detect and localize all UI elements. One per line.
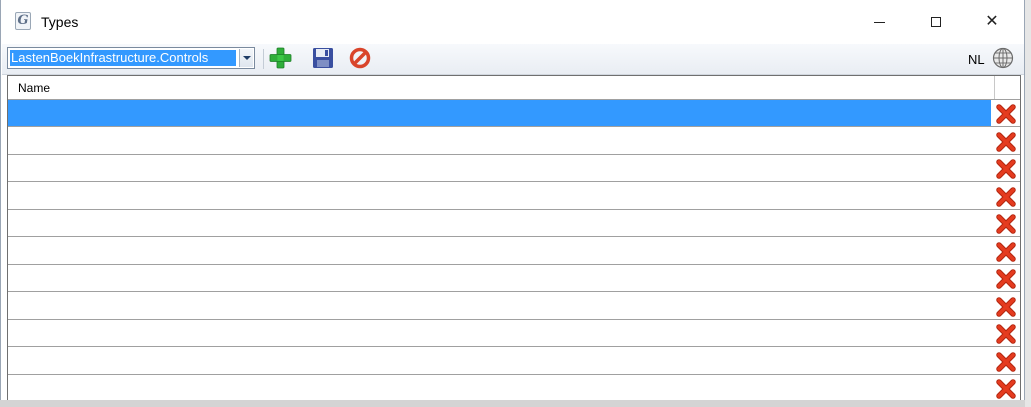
name-cell[interactable] xyxy=(8,265,991,291)
grid-header: Name xyxy=(8,76,1020,100)
types-grid: Name xyxy=(7,75,1021,407)
red-x-delete-icon xyxy=(996,186,1016,207)
table-row[interactable] xyxy=(8,238,1020,265)
background-window-edge xyxy=(1025,0,1031,407)
table-row[interactable] xyxy=(8,265,1020,292)
floppy-disk-icon xyxy=(313,48,333,68)
table-row[interactable] xyxy=(8,100,1020,127)
red-x-delete-icon xyxy=(996,379,1016,399)
globe-icon[interactable] xyxy=(992,47,1014,69)
maximize-icon xyxy=(931,17,941,27)
table-row[interactable] xyxy=(8,348,1020,375)
delete-row-button[interactable] xyxy=(996,104,1016,124)
minimize-icon xyxy=(874,22,885,23)
maximize-button[interactable] xyxy=(913,0,959,44)
red-x-delete-icon xyxy=(996,269,1016,289)
red-x-delete-icon xyxy=(996,159,1016,179)
delete-row-button[interactable] xyxy=(996,324,1016,344)
window-bottom-edge xyxy=(0,400,1025,407)
name-cell[interactable] xyxy=(8,183,991,209)
table-row[interactable] xyxy=(8,183,1020,210)
table-row[interactable] xyxy=(8,293,1020,320)
name-cell[interactable] xyxy=(8,100,991,126)
chevron-down-icon[interactable] xyxy=(239,49,253,67)
name-cell[interactable] xyxy=(8,128,991,154)
types-window: G Types ✕ LastenBoekInfrastructure.Contr… xyxy=(0,0,1025,407)
red-x-delete-icon xyxy=(996,131,1016,152)
name-cell[interactable] xyxy=(8,238,991,264)
delete-row-button[interactable] xyxy=(996,241,1016,262)
close-icon: ✕ xyxy=(985,13,999,30)
toolbar-separator xyxy=(263,49,264,69)
delete-row-button[interactable] xyxy=(996,296,1016,317)
delete-row-button[interactable] xyxy=(996,159,1016,179)
type-selector-dropdown[interactable]: LastenBoekInfrastructure.Controls xyxy=(7,47,255,69)
name-cell[interactable] xyxy=(8,320,991,346)
name-cell[interactable] xyxy=(8,375,991,401)
red-x-delete-icon xyxy=(996,296,1016,317)
red-x-delete-icon xyxy=(996,351,1016,372)
name-cell[interactable] xyxy=(8,210,991,236)
delete-row-button[interactable] xyxy=(996,269,1016,289)
language-label[interactable]: NL xyxy=(968,52,985,67)
minimize-button[interactable] xyxy=(857,0,903,44)
name-cell[interactable] xyxy=(8,155,991,181)
table-row[interactable] xyxy=(8,375,1020,402)
red-x-delete-icon xyxy=(996,214,1016,234)
delete-row-button[interactable] xyxy=(996,186,1016,207)
close-button[interactable]: ✕ xyxy=(969,0,1015,44)
delete-row-button[interactable] xyxy=(996,351,1016,372)
table-row[interactable] xyxy=(8,320,1020,347)
name-cell[interactable] xyxy=(8,293,991,319)
delete-row-button[interactable] xyxy=(996,131,1016,152)
red-x-delete-icon xyxy=(996,241,1016,262)
table-row[interactable] xyxy=(8,128,1020,155)
delete-row-button[interactable] xyxy=(996,379,1016,399)
table-row[interactable] xyxy=(8,210,1020,237)
type-selector-value[interactable]: LastenBoekInfrastructure.Controls xyxy=(10,50,236,66)
save-button[interactable] xyxy=(311,46,335,70)
app-icon: G xyxy=(15,12,31,30)
red-x-delete-icon xyxy=(996,104,1016,124)
red-x-delete-icon xyxy=(996,324,1016,344)
plus-icon xyxy=(269,47,292,69)
window-title: Types xyxy=(41,14,79,30)
table-row[interactable] xyxy=(8,155,1020,182)
column-header-name[interactable]: Name xyxy=(8,76,995,99)
delete-row-button[interactable] xyxy=(996,214,1016,234)
name-cell[interactable] xyxy=(8,348,991,374)
toolbar: LastenBoekInfrastructure.Controls NL xyxy=(2,44,1024,75)
title-bar[interactable]: G Types ✕ xyxy=(1,0,1024,44)
add-button[interactable] xyxy=(268,46,292,70)
no-entry-icon xyxy=(349,47,371,69)
cancel-button[interactable] xyxy=(348,46,372,70)
